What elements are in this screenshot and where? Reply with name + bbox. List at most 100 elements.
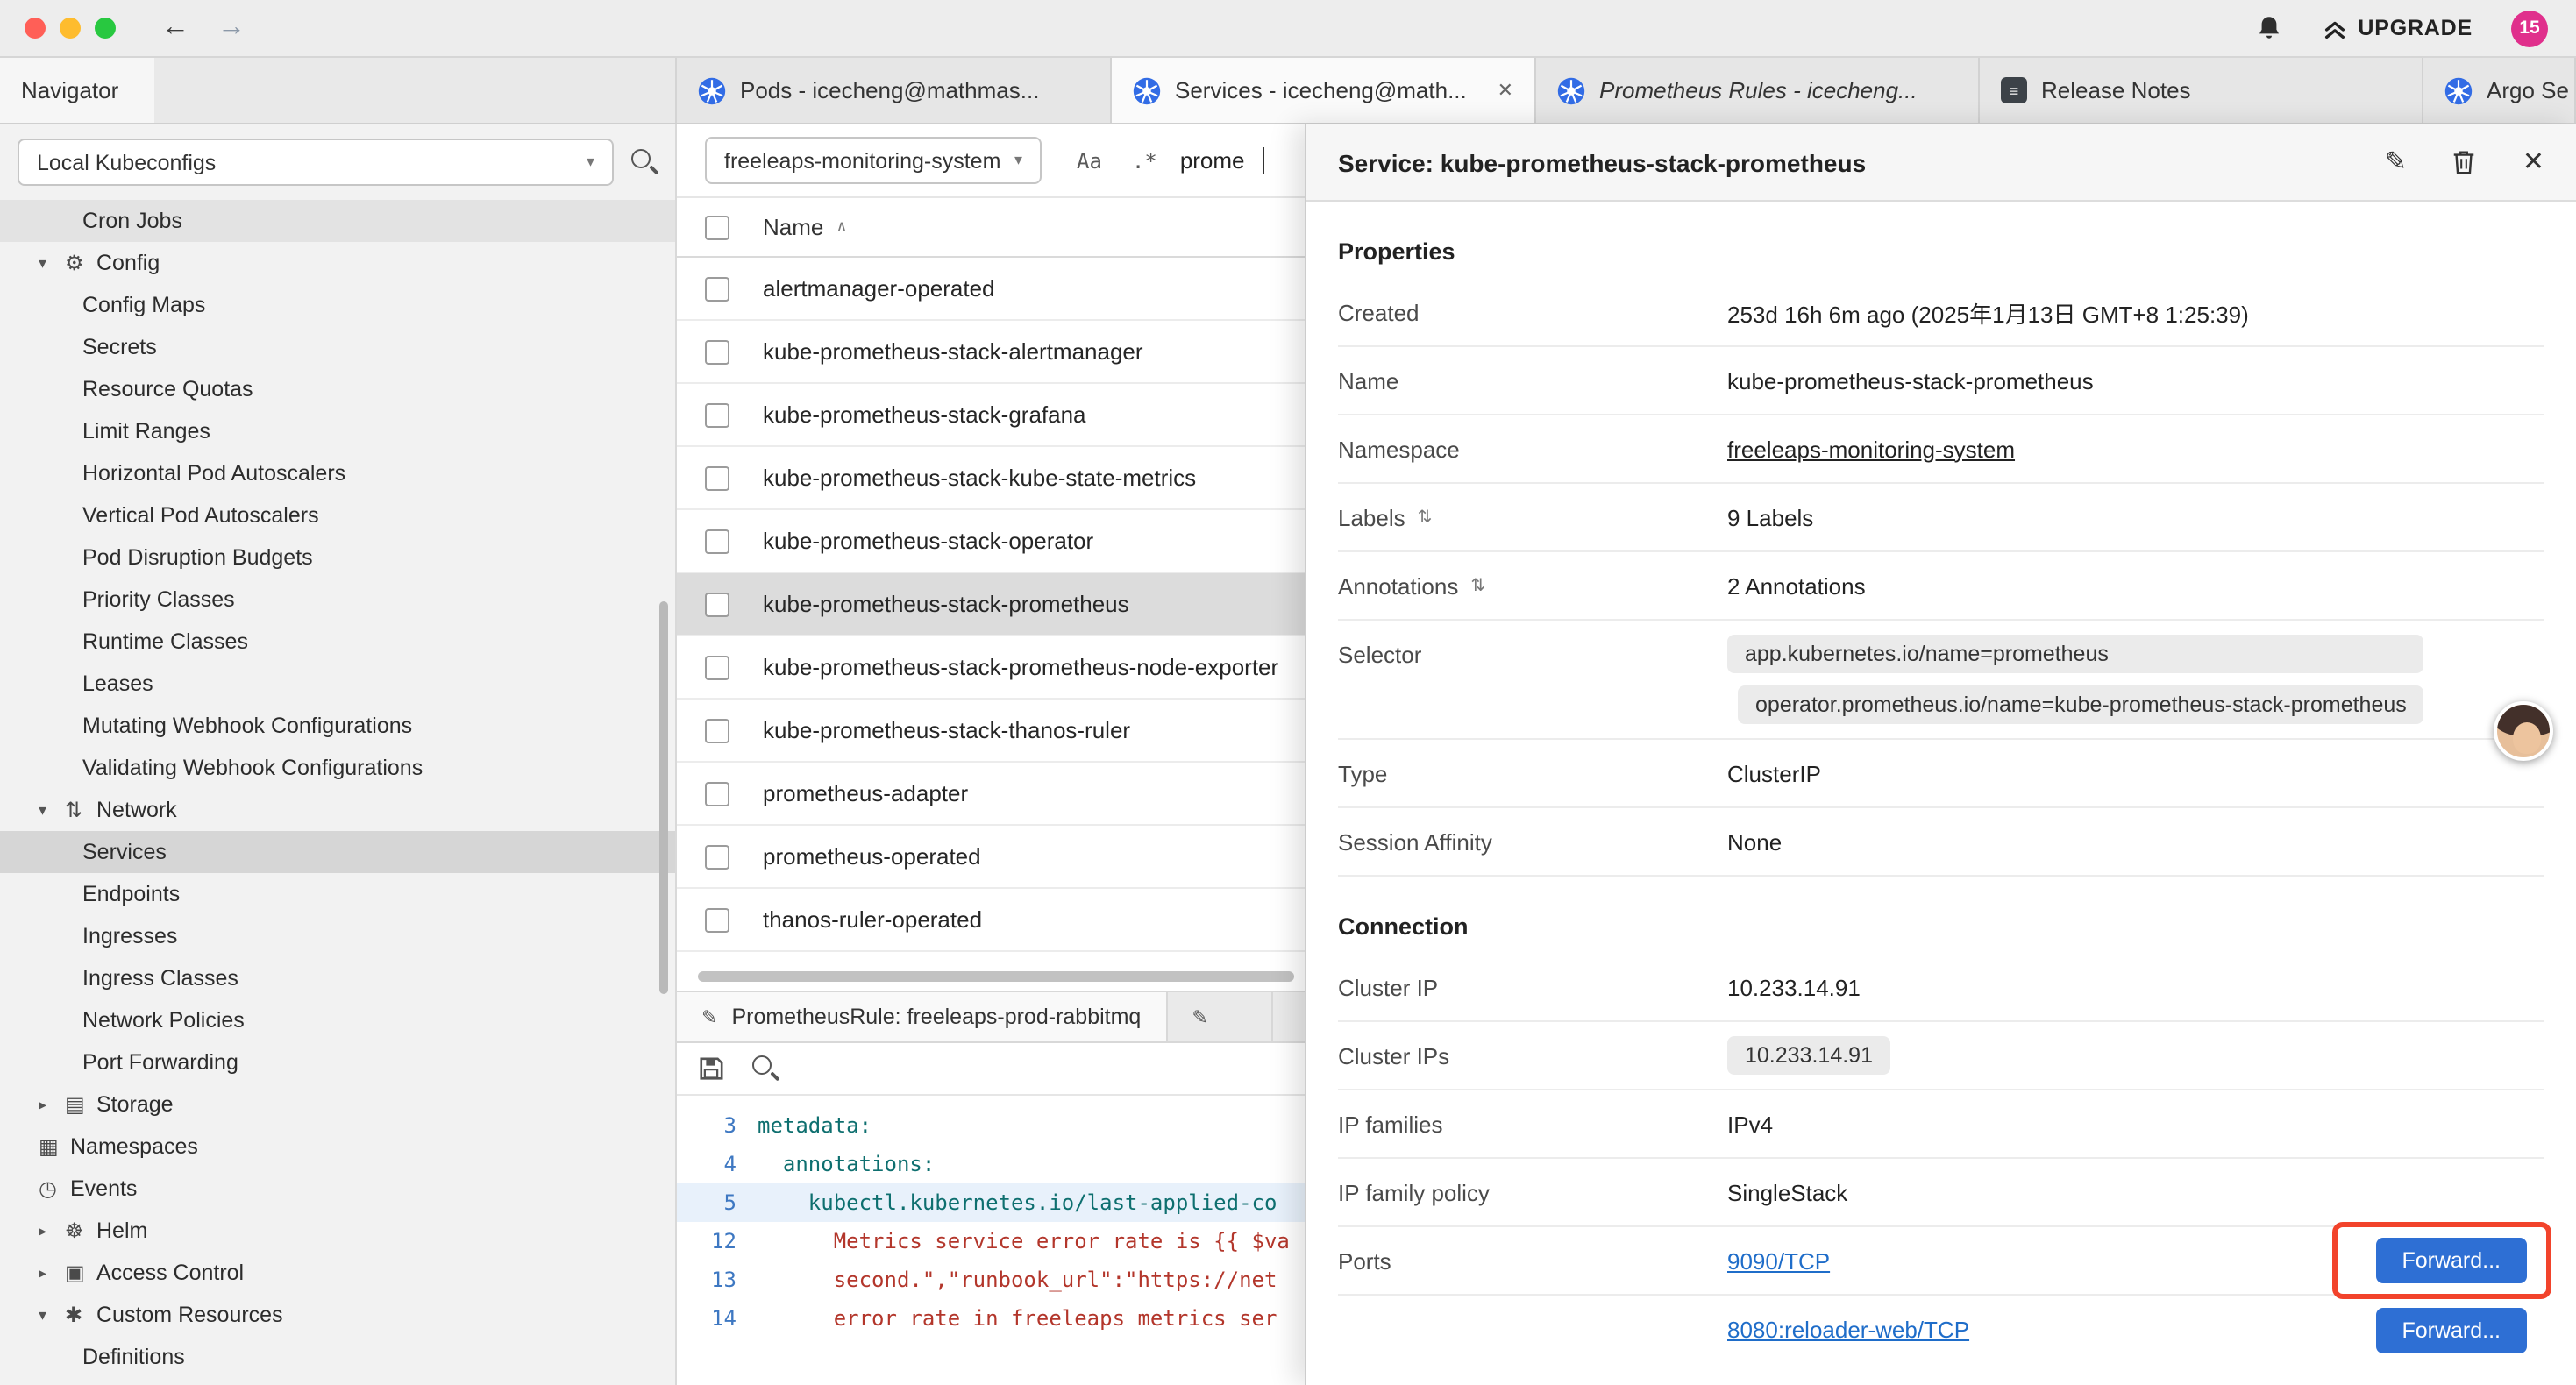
tree-item-icon: ⚙ <box>65 251 96 275</box>
forward-button[interactable]: Forward... <box>2375 1238 2527 1283</box>
sidebar-item[interactable]: Secrets <box>0 326 675 368</box>
row-label: IP family policy <box>1338 1179 1727 1205</box>
sidebar-item[interactable]: Resource Quotas <box>0 368 675 410</box>
tab-argo[interactable]: Argo Se <box>2423 58 2576 123</box>
sidebar-item[interactable]: Definitions <box>0 1336 675 1378</box>
tree-chevron-icon[interactable]: ▸ <box>39 1221 65 1240</box>
sidebar-item[interactable]: ◷ Events <box>0 1168 675 1210</box>
edit-icon[interactable]: ✎ <box>2385 149 2407 175</box>
match-case-toggle[interactable]: Aa <box>1070 145 1109 176</box>
regex-toggle[interactable]: .* <box>1125 145 1164 176</box>
sidebar-item[interactable]: Mutating Webhook Configurations <box>0 705 675 747</box>
tree-chevron-icon[interactable]: ▸ <box>39 1263 65 1282</box>
sidebar-item[interactable]: ▾ ✱ Custom Resources <box>0 1294 675 1336</box>
port-link[interactable]: 8080:reloader-web/TCP <box>1727 1317 1969 1343</box>
sidebar-item-label: Access Control <box>96 1261 244 1285</box>
tab-release-notes[interactable]: ≡ Release Notes <box>1980 58 2423 123</box>
row-checkbox[interactable] <box>705 655 729 679</box>
tree-chevron-icon[interactable]: ▾ <box>39 253 65 273</box>
kubernetes-icon <box>698 76 726 104</box>
row-checkbox[interactable] <box>705 592 729 616</box>
row-checkbox[interactable] <box>705 402 729 427</box>
user-avatar[interactable] <box>2494 701 2553 761</box>
upgrade-button[interactable]: UPGRADE <box>2321 15 2473 41</box>
sidebar-item[interactable]: Priority Classes <box>0 579 675 621</box>
notification-count-badge[interactable]: 15 <box>2511 10 2548 46</box>
sidebar-item[interactable]: ▾ ⚙ Config <box>0 242 675 284</box>
tab-pods[interactable]: Pods - icecheng@mathmas... <box>677 58 1112 123</box>
tree-chevron-icon[interactable]: ▾ <box>39 800 65 820</box>
sidebar-item[interactable]: Limit Ranges <box>0 410 675 452</box>
dock-tab-prometheusrule[interactable]: ✎ PrometheusRule: freeleaps-prod-rabbitm… <box>677 992 1167 1041</box>
namespace-link[interactable]: freeleaps-monitoring-system <box>1727 436 2015 462</box>
line-content: error rate in freeleaps metrics ser <box>758 1306 1277 1331</box>
sidebar-item-label: Vertical Pod Autoscalers <box>82 503 319 528</box>
sidebar-scrollbar[interactable] <box>659 601 668 994</box>
sidebar-item[interactable]: Runtime Classes <box>0 621 675 663</box>
sidebar-item[interactable]: Pod Disruption Budgets <box>0 536 675 579</box>
sidebar-item[interactable]: Port Forwarding <box>0 1041 675 1083</box>
sidebar-item[interactable]: Endpoints <box>0 873 675 915</box>
row-checkbox[interactable] <box>705 907 729 932</box>
row-checkbox[interactable] <box>705 276 729 301</box>
row-checkbox[interactable] <box>705 529 729 553</box>
tree-chevron-icon[interactable]: ▸ <box>39 1095 65 1114</box>
sidebar-item[interactable]: Cron Jobs <box>0 200 675 242</box>
row-checkbox[interactable] <box>705 718 729 742</box>
line-content: annotations: <box>758 1152 935 1176</box>
sidebar-item[interactable]: Ingresses <box>0 915 675 957</box>
row-checkbox[interactable] <box>705 844 729 869</box>
tree-chevron-icon[interactable]: ▾ <box>39 1305 65 1325</box>
sidebar-item[interactable]: Config Maps <box>0 284 675 326</box>
dock-tab-hidden[interactable]: ✎ <box>1167 992 1272 1041</box>
delete-trash-icon[interactable] <box>2452 149 2477 175</box>
connection-section-heading: Connection <box>1338 884 2544 954</box>
sidebar-item[interactable]: ▸ ▤ Storage <box>0 1083 675 1126</box>
cluster-ips-row: Cluster IPs 10.233.14.91 <box>1338 1022 2544 1090</box>
line-number: 5 <box>677 1190 758 1215</box>
sidebar-item[interactable]: ▾ ⇅ Network <box>0 789 675 831</box>
notifications-bell-icon[interactable] <box>2254 14 2282 42</box>
save-icon[interactable] <box>698 1055 724 1082</box>
kubeconfig-selector[interactable]: Local Kubeconfigs ▾ <box>18 138 614 186</box>
line-content: metadata: <box>758 1113 872 1138</box>
sidebar-item[interactable]: Leases <box>0 663 675 705</box>
forward-icon[interactable]: → <box>217 14 246 42</box>
tab-services[interactable]: Services - icecheng@math... ✕ <box>1112 58 1536 123</box>
sidebar-item[interactable]: Vertical Pod Autoscalers <box>0 494 675 536</box>
sidebar-item[interactable]: Ingress Classes <box>0 957 675 999</box>
sidebar-item[interactable]: ▦ Namespaces <box>0 1126 675 1168</box>
sidebar-item-label: Limit Ranges <box>82 419 210 444</box>
editor-search-icon[interactable] <box>752 1055 779 1082</box>
sidebar-item-label: Port Forwarding <box>82 1050 238 1075</box>
close-icon[interactable]: ✕ <box>2523 149 2544 175</box>
sidebar-item-label: Priority Classes <box>82 587 235 612</box>
search-filter-input[interactable]: Aa .* prome <box>1070 145 1264 176</box>
forward-button[interactable]: Forward... <box>2375 1307 2527 1353</box>
editor-tab-bar: Navigator Pods - icecheng@mathmas... Ser… <box>0 58 2576 124</box>
sidebar-item[interactable]: Services <box>0 831 675 873</box>
close-tab-icon[interactable]: ✕ <box>1484 79 1513 102</box>
zoom-window-button[interactable] <box>95 18 116 39</box>
expand-icon[interactable]: ⇅ <box>1470 576 1485 595</box>
select-all-checkbox[interactable] <box>705 215 729 239</box>
row-checkbox[interactable] <box>705 465 729 490</box>
sidebar-item[interactable]: Horizontal Pod Autoscalers <box>0 452 675 494</box>
sidebar-item[interactable]: Validating Webhook Configurations <box>0 747 675 789</box>
row-checkbox[interactable] <box>705 339 729 364</box>
port-link[interactable]: 9090/TCP <box>1727 1247 1830 1274</box>
minimize-window-button[interactable] <box>60 18 81 39</box>
sidebar-item[interactable]: Network Policies <box>0 999 675 1041</box>
close-window-button[interactable] <box>25 18 46 39</box>
name-column-header[interactable]: Name <box>763 214 823 240</box>
service-name: kube-prometheus-stack-operator <box>763 528 1093 554</box>
service-name: prometheus-adapter <box>763 780 968 806</box>
sidebar-item[interactable]: ▸ ▣ Access Control <box>0 1252 675 1294</box>
search-icon[interactable] <box>631 149 658 175</box>
expand-icon[interactable]: ⇅ <box>1418 508 1433 527</box>
tab-prometheus-rules[interactable]: Prometheus Rules - icecheng... <box>1536 58 1980 123</box>
row-checkbox[interactable] <box>705 781 729 806</box>
namespace-selector[interactable]: freeleaps-monitoring-system ▾ <box>705 137 1042 184</box>
back-icon[interactable]: ← <box>161 14 189 42</box>
sidebar-item[interactable]: ▸ ☸ Helm <box>0 1210 675 1252</box>
